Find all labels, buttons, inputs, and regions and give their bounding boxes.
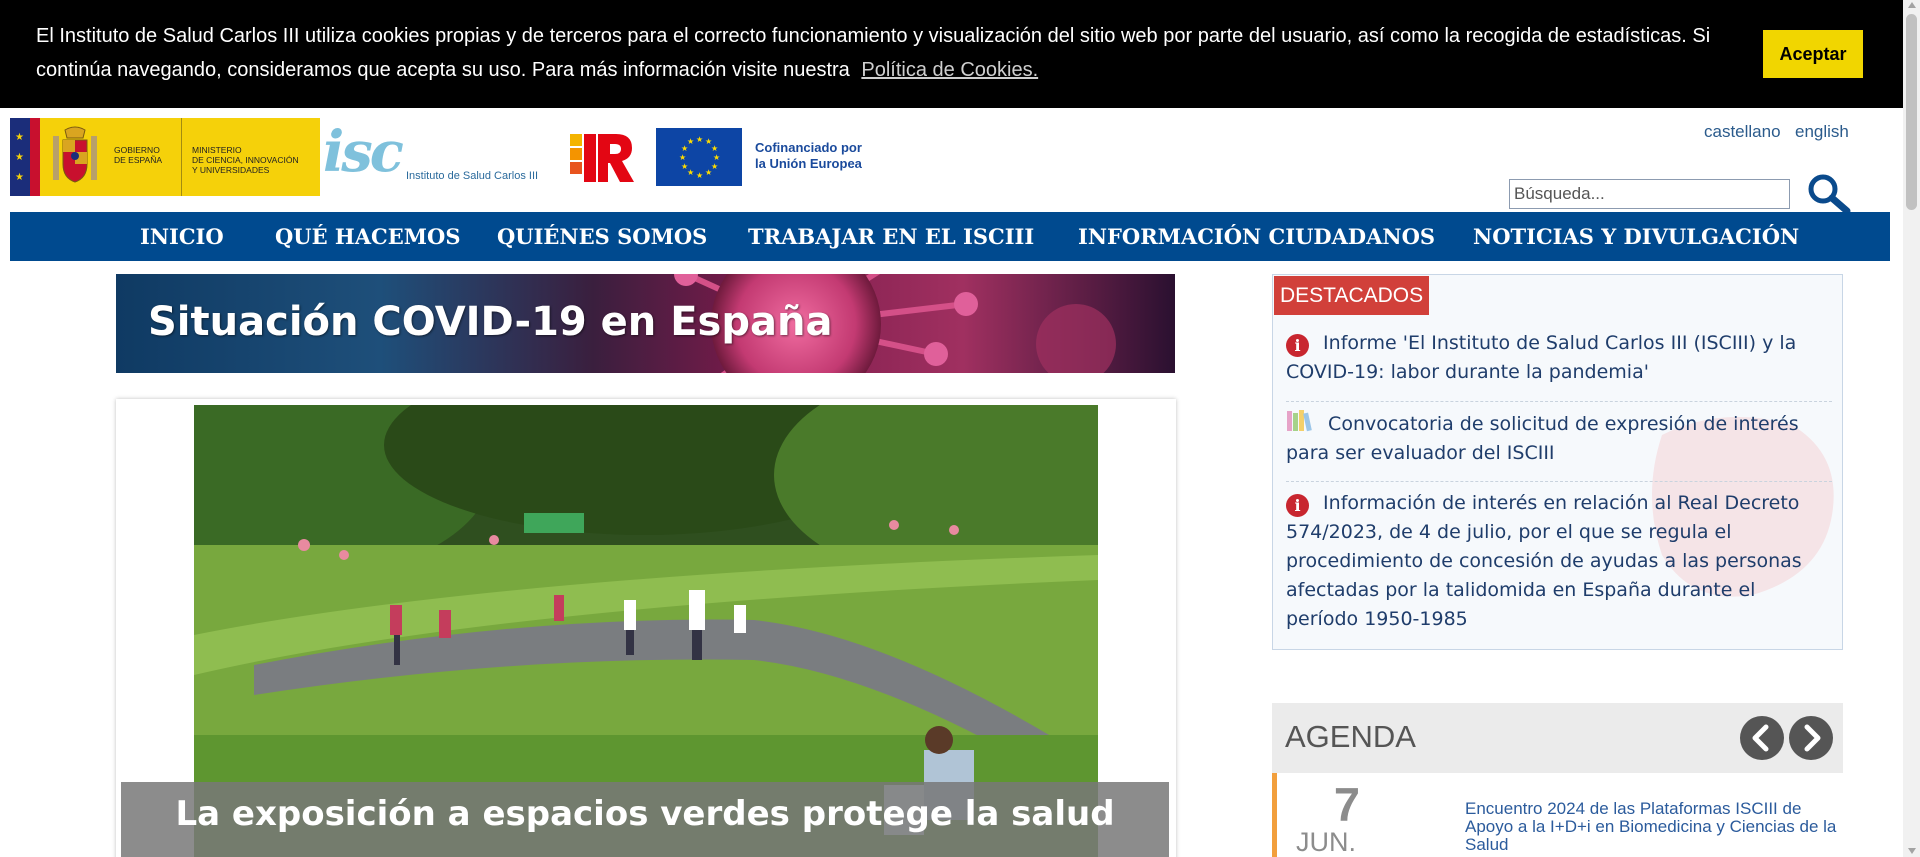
destacado-item[interactable]: i Información de interés en relación al … (1286, 489, 1832, 634)
eu-label-line: Cofinanciado por (755, 140, 862, 155)
isciii-logo[interactable]: isc Instituto de Salud Carlos III (323, 122, 545, 192)
isciii-logo-mark: isc (323, 119, 404, 185)
isciii-logo-name: Instituto de Salud Carlos III (406, 170, 539, 182)
svg-text:★: ★ (713, 153, 720, 162)
gobierno-label: GOBIERNO DE ESPAÑA (110, 118, 182, 196)
destacado-separator (1286, 401, 1832, 402)
destacados-title: DESTACADOS (1274, 276, 1430, 315)
eu-label-line: la Unión Europea (755, 156, 862, 171)
accept-cookies-button[interactable]: Aceptar (1763, 30, 1863, 78)
covid-banner-title: Situación COVID-19 en España (148, 299, 833, 345)
cookie-banner: El Instituto de Salud Carlos III utiliza… (0, 0, 1920, 108)
nav-noticias-y-divulgacion[interactable]: NOTICIAS Y DIVULGACIÓN (1473, 212, 1799, 261)
info-icon: i (1286, 494, 1309, 517)
info-icon: i (1286, 334, 1309, 357)
gobierno-label-line: GOBIERNO (114, 145, 160, 155)
eu-cofinanciado-label: Cofinanciado por la Unión Europea (755, 140, 862, 172)
nav-trabajar-en-el-isciii[interactable]: TRABAJAR EN EL ISCIII (748, 212, 1034, 261)
ministerio-label-line: Y UNIVERSIDADES (192, 165, 270, 175)
search-icon[interactable] (1805, 173, 1853, 217)
carousel-caption[interactable]: La exposición a espacios verdes protege … (121, 782, 1169, 857)
scrollbar-thumb[interactable] (1906, 14, 1917, 210)
gobierno-ministerio-logo[interactable]: ★ ★ ★ GOBIERNO DE ESPAÑA MINISTERIO DE C… (10, 118, 320, 196)
eu-spain-flag-strip: ★ ★ ★ (10, 118, 40, 196)
cookie-policy-link[interactable]: Política de Cookies. (861, 59, 1038, 81)
agenda-event-accent-bar (1272, 773, 1277, 857)
agenda-header: AGENDA (1272, 703, 1843, 773)
ministerio-label-line: MINISTERIO (192, 145, 242, 155)
spain-coat-of-arms-icon (40, 118, 110, 196)
agenda-event[interactable]: 7 JUN. Encuentro 2024 de las Plataformas… (1272, 773, 1843, 857)
agenda-event-title[interactable]: Encuentro 2024 de las Plataformas ISCIII… (1465, 800, 1840, 854)
destacado-separator (1286, 481, 1832, 482)
carousel-caption-title: La exposición a espacios verdes protege … (175, 794, 1115, 834)
agenda-event-day: 7 (1333, 778, 1361, 831)
main-navigation: INICIO QUÉ HACEMOS QUIÉNES SOMOS TRABAJA… (10, 212, 1890, 261)
svg-text:★: ★ (687, 137, 694, 146)
ministerio-label-line: DE CIENCIA, INNOVACIÓN (192, 155, 299, 165)
svg-text:★: ★ (705, 168, 712, 177)
scroll-up-arrow-icon[interactable] (1908, 2, 1916, 8)
destacado-item-text: Convocatoria de solicitud de expresión d… (1286, 413, 1799, 464)
cookie-message: El Instituto de Salud Carlos III utiliza… (36, 19, 1736, 87)
agenda-next-arrow-icon[interactable] (1789, 716, 1833, 760)
agenda-prev-arrow-icon[interactable] (1740, 716, 1784, 760)
destacado-item[interactable]: Convocatoria de solicitud de expresión d… (1286, 409, 1832, 468)
plan-recuperacion-logo[interactable] (566, 128, 636, 186)
books-icon (1286, 409, 1312, 433)
destacado-item-text: Información de interés en relación al Re… (1286, 492, 1802, 630)
svg-text:★: ★ (696, 171, 703, 180)
scroll-down-arrow-icon[interactable] (1908, 848, 1916, 854)
nav-quienes-somos[interactable]: QUIÉNES SOMOS (497, 212, 707, 261)
svg-text:★: ★ (679, 153, 686, 162)
svg-text:★: ★ (711, 144, 718, 153)
destacado-item[interactable]: i Informe 'El Instituto de Salud Carlos … (1286, 329, 1832, 387)
agenda-event-month: JUN. (1296, 827, 1356, 857)
nav-inicio[interactable]: INICIO (140, 212, 224, 261)
destacados-panel: DESTACADOS i Informe 'El Instituto de Sa… (1272, 274, 1843, 650)
news-carousel[interactable]: La exposición a espacios verdes protege … (116, 399, 1176, 857)
svg-text:★: ★ (681, 162, 688, 171)
search-input[interactable] (1509, 179, 1790, 209)
lang-castellano-link[interactable]: castellano (1704, 122, 1781, 142)
page-scrollbar[interactable] (1903, 0, 1920, 857)
covid-situation-banner[interactable]: Situación COVID-19 en España (116, 274, 1175, 373)
lang-english-link[interactable]: english (1795, 122, 1849, 142)
svg-text:★: ★ (696, 135, 703, 144)
agenda-title: AGENDA (1285, 719, 1416, 754)
nav-que-hacemos[interactable]: QUÉ HACEMOS (275, 212, 460, 261)
ministerio-label: MINISTERIO DE CIENCIA, INNOVACIÓN Y UNIV… (182, 118, 312, 196)
gobierno-label-line: DE ESPAÑA (114, 155, 163, 165)
destacado-item-text: Informe 'El Instituto de Salud Carlos II… (1286, 332, 1797, 383)
nav-informacion-ciudadanos[interactable]: INFORMACIÓN CIUDADANOS (1078, 212, 1435, 261)
eu-flag-icon[interactable]: ★ ★ ★ ★ ★ ★ ★ ★ ★ ★ ★ ★ (656, 128, 742, 186)
